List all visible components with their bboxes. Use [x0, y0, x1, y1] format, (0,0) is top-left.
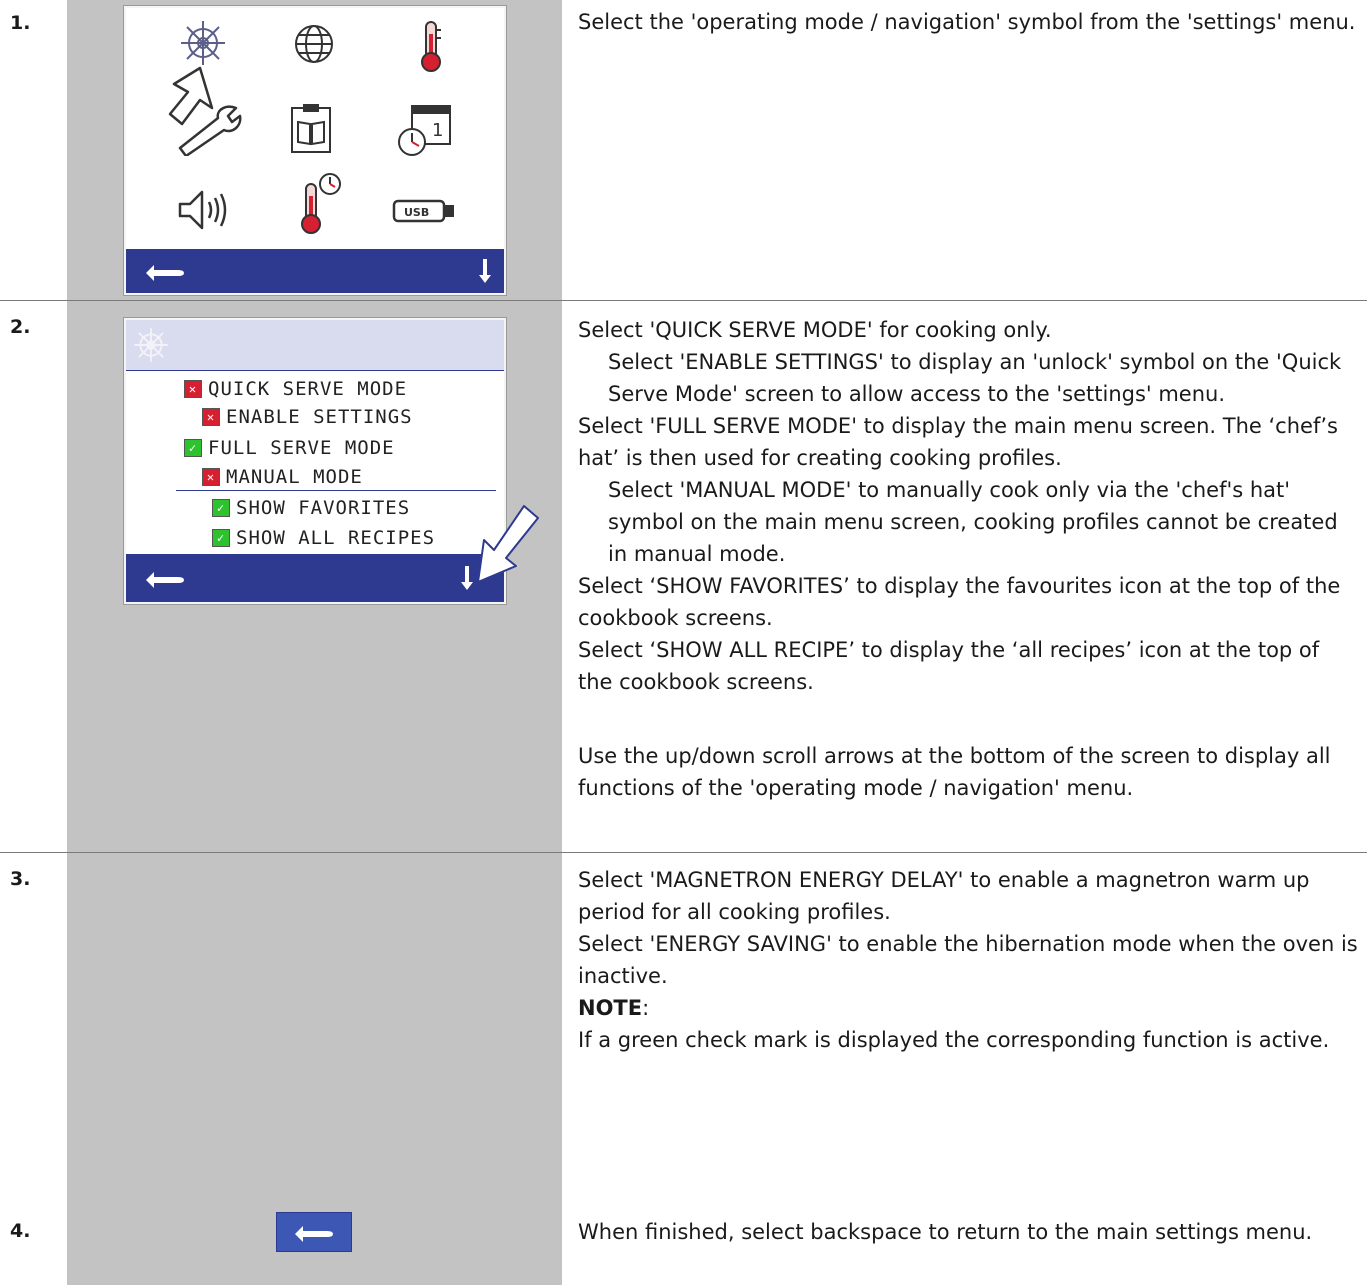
paragraph: When finished, select backspace to retur… — [578, 1220, 1313, 1244]
checkbox-unchecked[interactable]: ✕ — [202, 468, 220, 486]
step-description: Select 'MAGNETRON ENERGY DELAY' to enabl… — [578, 864, 1358, 1056]
menu-item-manual-mode[interactable]: ✕ MANUAL MODE — [202, 466, 363, 488]
checkbox-checked[interactable]: ✓ — [212, 529, 230, 547]
paragraph: Select 'MANUAL MODE' to manually cook on… — [608, 478, 1338, 566]
pointer-arrow-icon — [477, 505, 539, 583]
paragraph: Select 'ENERGY SAVING' to enable the hib… — [578, 932, 1358, 988]
checkbox-checked[interactable]: ✓ — [184, 439, 202, 457]
checkbox-unchecked[interactable]: ✕ — [184, 380, 202, 398]
back-arrow-icon[interactable] — [140, 259, 192, 283]
navigation-wheel-icon — [134, 328, 168, 362]
clipboard-book-icon[interactable] — [288, 102, 334, 154]
menu-divider — [176, 490, 496, 491]
operating-mode-screen: ✕ QUICK SERVE MODE ✕ ENABLE SETTINGS ✓ FULL… — [124, 318, 506, 604]
paragraph: Select 'FULL SERVE MODE' to display the … — [578, 414, 1338, 470]
scroll-down-arrow-icon[interactable] — [478, 257, 492, 285]
menu-item-label: ENABLE SETTINGS — [226, 406, 413, 428]
step-description: Select 'QUICK SERVE MODE' for cooking on… — [578, 314, 1358, 804]
checkbox-checked[interactable]: ✓ — [212, 499, 230, 517]
menu-item-full-serve-mode[interactable]: ✓ FULL SERVE MODE — [184, 437, 395, 459]
paragraph: Use the up/down scroll arrows at the bot… — [578, 744, 1331, 800]
settings-menu-screen: 1 USB — [124, 6, 506, 295]
row-separator — [0, 300, 1367, 301]
row-separator — [0, 852, 1367, 853]
bottom-bar — [126, 554, 504, 602]
paragraph: Select ‘SHOW ALL RECIPE’ to display the … — [578, 638, 1320, 694]
globe-icon[interactable] — [292, 22, 336, 66]
note-label: NOTE — [578, 996, 643, 1020]
menu-item-label: MANUAL MODE — [226, 466, 363, 488]
menu-item-label: SHOW FAVORITES — [236, 497, 411, 519]
paragraph: If a green check mark is displayed the c… — [578, 1028, 1330, 1052]
thermometer-icon[interactable] — [416, 18, 446, 74]
bottom-bar — [126, 249, 504, 293]
note-line: NOTE: — [578, 992, 1358, 1024]
paragraph: Select ‘SHOW FAVORITES’ to display the f… — [578, 574, 1341, 630]
step-number: 1. — [10, 12, 31, 34]
menu-item-label: QUICK SERVE MODE — [208, 378, 408, 400]
calendar-day: 1 — [432, 120, 443, 141]
backspace-button[interactable] — [276, 1212, 352, 1252]
paragraph: Select 'MAGNETRON ENERGY DELAY' to enabl… — [578, 868, 1310, 924]
step-number: 4. — [10, 1220, 31, 1242]
calendar-clock-icon[interactable]: 1 — [394, 98, 456, 160]
step-number: 3. — [10, 868, 31, 890]
menu-item-show-favorites[interactable]: ✓ SHOW FAVORITES — [212, 497, 410, 519]
menu-item-label: FULL SERVE MODE — [208, 437, 395, 459]
back-arrow-icon[interactable] — [140, 566, 192, 590]
paragraph: Select the 'operating mode / navigation'… — [578, 10, 1356, 34]
menu-item-show-all-recipes[interactable]: ✓ SHOW ALL RECIPES — [212, 527, 435, 549]
step-description: Select the 'operating mode / navigation'… — [578, 6, 1358, 38]
checkbox-unchecked[interactable]: ✕ — [202, 408, 220, 426]
paragraph: Select 'ENABLE SETTINGS' to display an '… — [608, 350, 1342, 406]
menu-item-quick-serve-mode[interactable]: ✕ QUICK SERVE MODE — [184, 378, 407, 400]
speaker-icon[interactable] — [176, 188, 234, 232]
usb-icon[interactable]: USB — [390, 196, 460, 226]
usb-label: USB — [404, 206, 429, 219]
step-number: 2. — [10, 316, 31, 338]
step-description: When finished, select backspace to retur… — [578, 1216, 1358, 1248]
screen-header — [126, 320, 504, 371]
note-colon: : — [642, 996, 650, 1020]
wrench-icon[interactable] — [174, 104, 246, 156]
menu-item-label: SHOW ALL RECIPES — [236, 527, 436, 549]
navigation-wheel-icon[interactable] — [178, 18, 228, 68]
back-arrow-icon — [295, 1226, 333, 1242]
paragraph: Select 'QUICK SERVE MODE' for cooking on… — [578, 318, 1052, 342]
thermometer-clock-icon[interactable] — [298, 172, 344, 238]
menu-item-enable-settings[interactable]: ✕ ENABLE SETTINGS — [202, 406, 413, 428]
